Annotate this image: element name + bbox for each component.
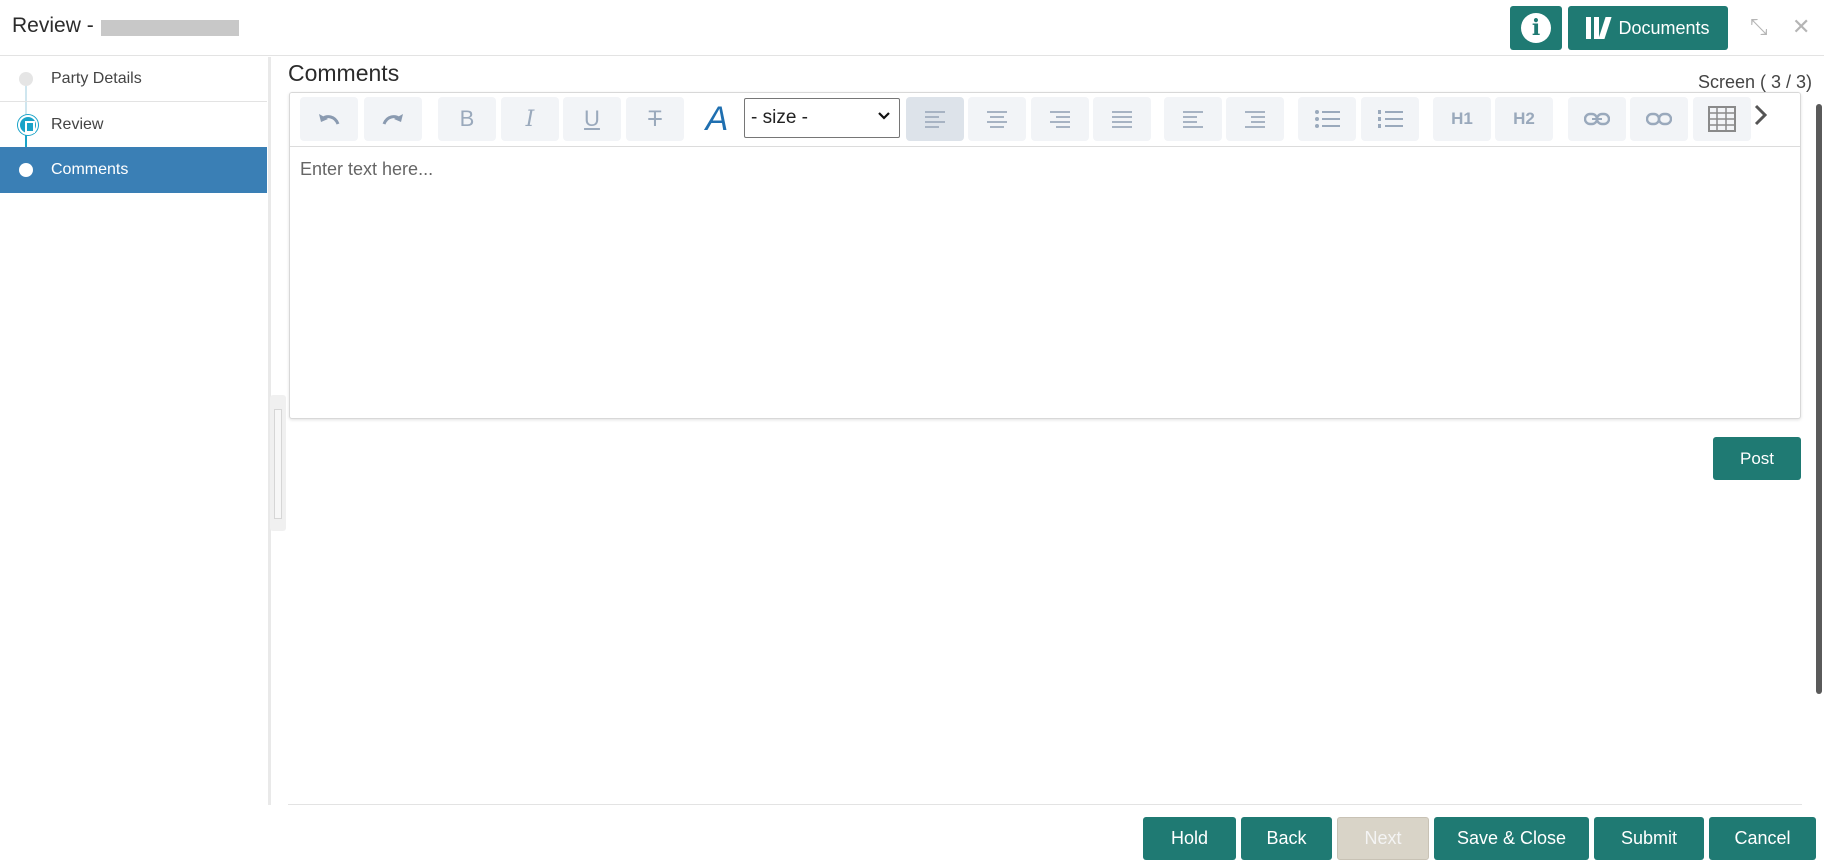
screen-indicator: Screen ( 3 / 3) xyxy=(1698,72,1813,92)
underline-button[interactable]: U xyxy=(563,97,621,141)
font-size-select[interactable]: - size - xyxy=(744,98,900,138)
undo-button[interactable] xyxy=(300,97,358,141)
bullet-list-icon xyxy=(1315,110,1340,128)
unlink-icon xyxy=(1646,112,1672,126)
redo-button[interactable] xyxy=(364,97,422,141)
app-window: Review - i Documents ⤡ ✕ Party Details R… xyxy=(0,0,1824,865)
align-center-icon xyxy=(987,110,1007,128)
italic-button[interactable]: I xyxy=(501,97,559,141)
close-icon[interactable]: ✕ xyxy=(1792,14,1810,40)
font-color-button[interactable]: A xyxy=(688,97,746,141)
heading2-icon: H2 xyxy=(1513,109,1535,128)
panel-resize-handle[interactable] xyxy=(270,395,286,531)
sidebar-item-label: Comments xyxy=(51,161,129,178)
sidebar-item-label: Party Details xyxy=(51,70,142,87)
section-title: Comments xyxy=(288,60,400,86)
insert-table-button[interactable] xyxy=(1693,97,1751,141)
redacted-title-block xyxy=(101,20,239,36)
unlink-button[interactable] xyxy=(1630,97,1688,141)
redo-icon xyxy=(382,114,403,125)
sidebar-item-review[interactable]: Review xyxy=(0,102,267,147)
align-center-button[interactable] xyxy=(968,97,1026,141)
step-pending-icon xyxy=(19,72,33,86)
minimize-icon[interactable]: ⤡ xyxy=(1750,14,1768,40)
sidebar-item-comments[interactable]: Comments xyxy=(0,147,267,193)
align-right-icon xyxy=(1050,110,1070,128)
indent-icon xyxy=(1183,110,1203,128)
documents-button[interactable]: Documents xyxy=(1568,6,1728,50)
back-button[interactable]: Back xyxy=(1241,817,1332,860)
insert-link-button[interactable] xyxy=(1568,97,1626,141)
strikethrough-button[interactable]: T xyxy=(626,97,684,141)
numbered-list-button[interactable] xyxy=(1361,97,1419,141)
align-justify-button[interactable] xyxy=(1093,97,1151,141)
footer-divider xyxy=(288,804,1802,805)
cancel-button[interactable]: Cancel xyxy=(1709,817,1816,860)
align-left-button[interactable] xyxy=(906,97,964,141)
bullet-list-button[interactable] xyxy=(1298,97,1356,141)
save-close-button[interactable]: Save & Close xyxy=(1434,817,1589,860)
underline-icon: U xyxy=(584,106,600,131)
step-in-progress-icon xyxy=(18,114,38,135)
info-button[interactable]: i xyxy=(1510,6,1562,50)
italic-icon: I xyxy=(525,106,535,132)
undo-icon xyxy=(319,114,340,125)
step-active-icon xyxy=(19,163,33,177)
sidebar-item-label: Review xyxy=(51,115,104,133)
comment-text-area[interactable]: Enter text here... xyxy=(300,159,433,180)
outdent-icon xyxy=(1245,110,1265,128)
outdent-button[interactable] xyxy=(1226,97,1284,141)
vertical-scrollbar[interactable] xyxy=(1816,104,1822,694)
table-icon xyxy=(1708,106,1736,132)
toolbar-more-button[interactable] xyxy=(1752,101,1770,135)
rich-text-editor: B I U T A - size - H1 H2 Enter text here… xyxy=(289,92,1801,419)
font-size-value: - size - xyxy=(751,107,808,128)
align-justify-icon xyxy=(1112,110,1132,128)
library-icon xyxy=(1586,17,1613,39)
numbered-list-icon xyxy=(1378,110,1403,128)
post-button[interactable]: Post xyxy=(1713,437,1801,480)
info-icon: i xyxy=(1521,13,1551,43)
chevron-down-icon xyxy=(877,108,891,126)
bold-button[interactable]: B xyxy=(438,97,496,141)
page-title: Review - xyxy=(12,14,94,37)
indent-button[interactable] xyxy=(1164,97,1222,141)
align-right-button[interactable] xyxy=(1031,97,1089,141)
header: Review - i Documents ⤡ ✕ xyxy=(0,0,1824,56)
align-left-icon xyxy=(925,110,945,128)
strikethrough-icon: T xyxy=(648,106,662,131)
hold-button[interactable]: Hold xyxy=(1143,817,1236,860)
submit-button[interactable]: Submit xyxy=(1594,817,1704,860)
bold-icon: B xyxy=(459,106,475,131)
font-color-icon: A xyxy=(705,99,729,138)
heading1-icon: H1 xyxy=(1451,109,1473,128)
sidebar-item-party-details[interactable]: Party Details xyxy=(0,57,267,102)
editor-toolbar: B I U T A - size - H1 H2 xyxy=(290,93,1800,147)
chevron-right-icon xyxy=(1754,104,1768,126)
heading2-button[interactable]: H2 xyxy=(1495,97,1553,141)
documents-label: Documents xyxy=(1618,17,1710,38)
link-icon xyxy=(1584,112,1610,126)
heading1-button[interactable]: H1 xyxy=(1433,97,1491,141)
next-button[interactable]: Next xyxy=(1337,817,1429,860)
